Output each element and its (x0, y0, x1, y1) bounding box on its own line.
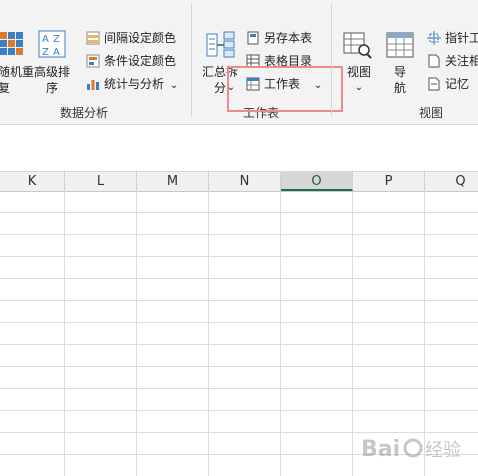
stats-analysis-button[interactable]: 统计与分析 ⌄ (86, 77, 178, 93)
svg-text:Z: Z (53, 34, 60, 45)
random-repeat-icon (0, 32, 23, 55)
column-header-row: K L M N O P Q (0, 171, 478, 192)
stats-analysis-label: 统计与分析 (104, 77, 165, 91)
view-magnifier-icon (343, 32, 372, 59)
svg-text:A: A (42, 34, 49, 45)
focus-doc-icon (428, 54, 440, 68)
az-sort-icon: A Z Z A (38, 30, 66, 58)
column-header[interactable]: L (65, 172, 137, 191)
highlight-box (227, 66, 343, 112)
column-header[interactable]: P (353, 172, 425, 191)
column-header-selected[interactable]: O (281, 172, 353, 191)
stats-chart-icon (87, 80, 99, 90)
ribbon: 随机重复 A Z Z A 高级排序 间隔设定颜色 条件设定颜色 统计与分析 ⌄ … (0, 0, 478, 125)
condition-color-label: 条件设定颜色 (104, 54, 177, 68)
advanced-sort-label: 高级排序 (33, 65, 70, 95)
grid-line (0, 388, 478, 389)
condition-color-icon (86, 54, 100, 68)
formula-bar-area (0, 125, 478, 171)
random-repeat-label: 随机重复 (0, 65, 35, 95)
grid-line (0, 300, 478, 301)
crosshair-icon (427, 31, 441, 45)
grid-line (0, 256, 478, 257)
svg-text:Z: Z (42, 47, 49, 58)
navigation-grid-icon (386, 32, 414, 58)
group-divider (191, 4, 192, 116)
grid-line (0, 322, 478, 323)
focus-label: 关注相 (445, 54, 478, 68)
column-header[interactable]: M (137, 172, 209, 191)
baidu-watermark-logo: Bai 经验 (361, 437, 461, 462)
svg-text:经验: 经验 (425, 440, 461, 461)
condition-color-button[interactable]: 条件设定颜色 (86, 54, 176, 69)
summary-split-icon (206, 31, 235, 58)
chevron-down-icon: ⌄ (354, 82, 364, 93)
focus-button[interactable]: 关注相 (427, 54, 478, 69)
grid-line (0, 366, 478, 367)
interval-color-label: 间隔设定颜色 (104, 31, 177, 45)
column-header[interactable]: K (0, 172, 65, 191)
grid-line (0, 278, 478, 279)
data-analysis-group-label: 数据分析 (60, 106, 109, 120)
group-divider (331, 4, 332, 116)
column-header[interactable]: N (209, 172, 281, 191)
grid-line (0, 234, 478, 235)
interval-color-button[interactable]: 间隔设定颜色 (86, 31, 176, 46)
navigation-label: 导航 (393, 65, 406, 95)
grid-line (0, 212, 478, 213)
pointer-tool-button[interactable]: 指针工 (427, 31, 478, 46)
memory-doc-icon (428, 77, 440, 91)
view-label: 视图 (346, 65, 371, 79)
column-header[interactable]: Q (425, 172, 478, 191)
save-as-sheet-button[interactable]: 另存本表 (246, 31, 312, 46)
grid-line (0, 344, 478, 345)
save-as-sheet-label: 另存本表 (264, 31, 313, 45)
memory-button[interactable]: 记忆 (427, 77, 469, 92)
save-sheet-icon (247, 31, 259, 45)
memory-label: 记忆 (445, 77, 470, 91)
interval-color-icon (86, 31, 100, 45)
grid-line (0, 410, 478, 411)
view-group-label: 视图 (419, 106, 444, 120)
svg-text:A: A (53, 47, 60, 58)
chevron-down-icon: ⌄ (169, 80, 179, 91)
svg-text:Bai: Bai (361, 437, 400, 462)
pointer-tool-label: 指针工 (445, 31, 478, 45)
